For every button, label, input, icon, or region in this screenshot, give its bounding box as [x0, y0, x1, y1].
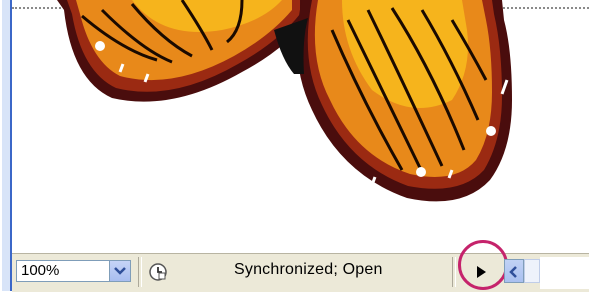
status-separator	[138, 257, 142, 287]
document-window: 100% Synchronized; Open	[0, 0, 589, 292]
left-wing	[57, 0, 308, 102]
horizontal-scrollbar-track[interactable]	[524, 259, 540, 283]
right-wing	[296, 0, 512, 202]
zoom-dropdown-button[interactable]	[109, 260, 131, 282]
window-left-border	[0, 0, 12, 291]
clock-document-icon	[149, 263, 167, 281]
status-separator-right	[452, 257, 456, 287]
status-bar: 100% Synchronized; Open	[12, 240, 589, 292]
highlight-circle	[458, 240, 508, 290]
chevron-left-icon	[509, 266, 517, 278]
scroll-left-button[interactable]	[504, 259, 524, 283]
status-menu-button[interactable]	[148, 262, 168, 282]
zoom-input[interactable]: 100%	[16, 260, 110, 282]
document-canvas[interactable]	[12, 0, 589, 253]
status-text: Synchronized; Open	[234, 261, 383, 278]
chevron-down-icon	[114, 267, 126, 275]
butterfly-artwork	[57, 0, 512, 202]
